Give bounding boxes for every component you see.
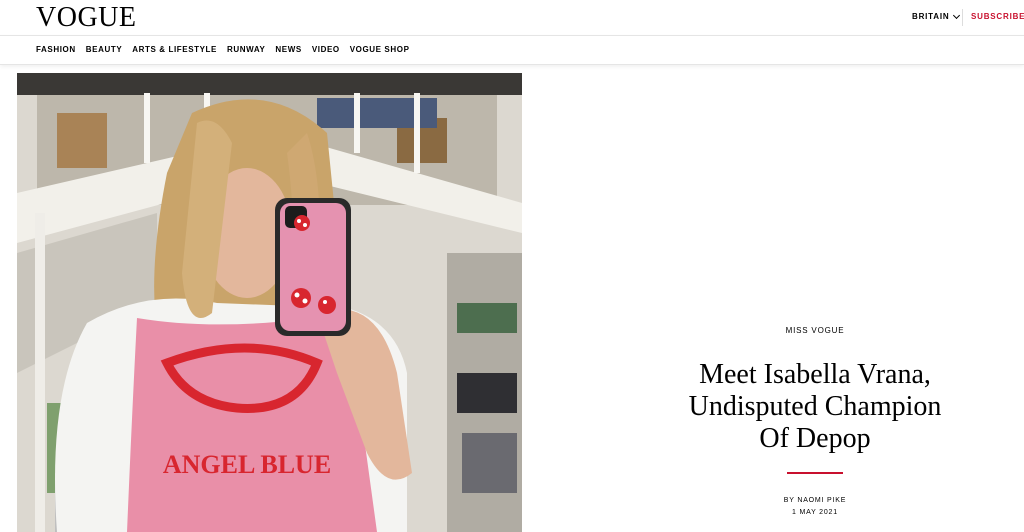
nav-item-fashion[interactable]: FASHION (36, 45, 76, 54)
article-byline[interactable]: BY NAOMI PIKE (620, 497, 1010, 504)
headline-line-2: Undisputed Champion (688, 391, 942, 422)
main-nav: FASHION BEAUTY ARTS & LIFESTYLE RUNWAY N… (0, 35, 1024, 65)
nav-item-runway[interactable]: RUNWAY (227, 45, 265, 54)
sweater-print: ANGEL BLUE (163, 450, 331, 479)
headline-line-3: Of Depop (759, 423, 871, 454)
subscribe-link[interactable]: SUBSCRIBE (971, 12, 1024, 21)
headline-line-1: Meet Isabella Vrana, (699, 359, 931, 390)
header-divider (962, 9, 963, 26)
nav-item-vogue-shop[interactable]: VOGUE SHOP (350, 45, 410, 54)
article-header: MISS VOGUE Meet Isabella Vrana, Undisput… (620, 320, 1010, 516)
nav-item-video[interactable]: VIDEO (312, 45, 340, 54)
edition-selector[interactable]: BRITAIN (912, 11, 961, 21)
top-bar: VOGUE BRITAIN SUBSCRIBE (0, 0, 1024, 35)
nav-item-arts-lifestyle[interactable]: ARTS & LIFESTYLE (132, 45, 217, 54)
edition-label: BRITAIN (912, 12, 950, 21)
article-category[interactable]: MISS VOGUE (620, 326, 1010, 335)
nav-item-beauty[interactable]: BEAUTY (86, 45, 123, 54)
headline-divider (787, 472, 843, 474)
article-date: 1 MAY 2021 (792, 509, 838, 516)
nav-item-news[interactable]: NEWS (275, 45, 301, 54)
hero-image: ANGEL BLUE (17, 73, 522, 532)
vogue-logo[interactable]: VOGUE (36, 3, 137, 33)
article-headline: Meet Isabella Vrana, Undisputed Champion… (655, 359, 975, 455)
chevron-down-icon (953, 11, 961, 19)
